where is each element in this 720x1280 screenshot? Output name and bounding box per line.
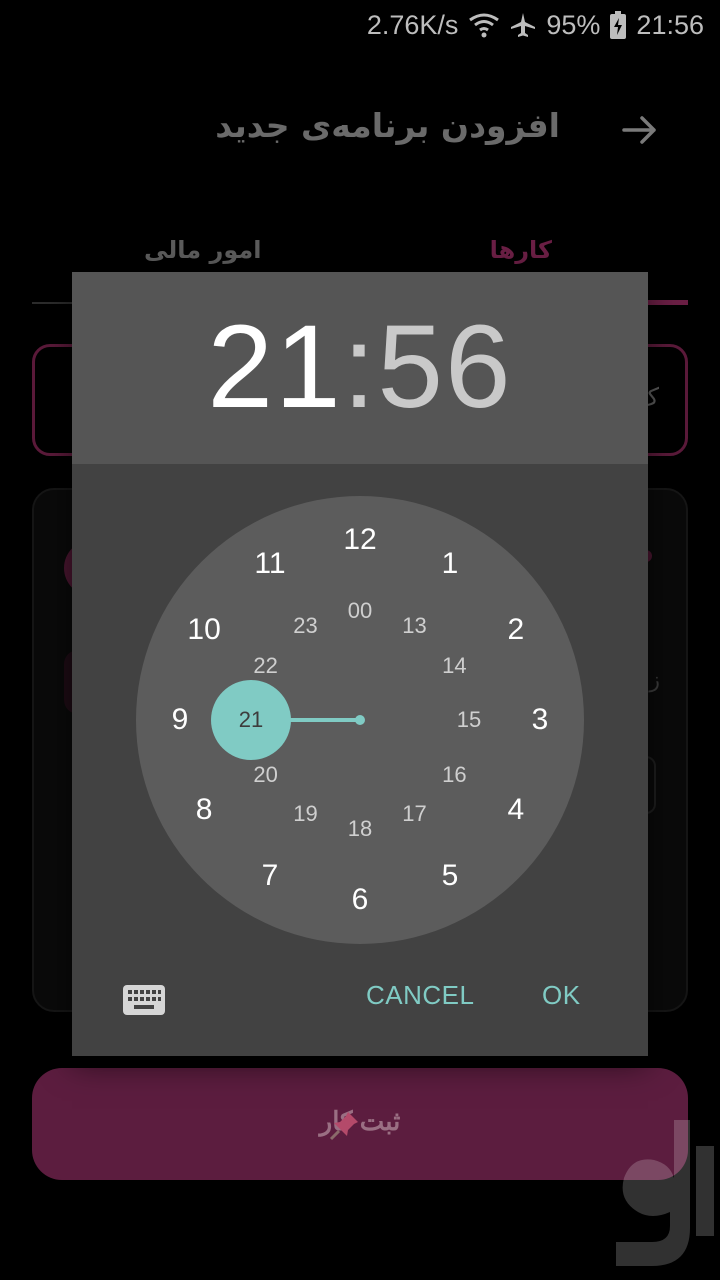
app-header: افزودن برنامه‌ی جدید (0, 90, 720, 170)
clock-face[interactable]: 12 1 2 3 4 5 6 7 8 9 10 11 00 13 14 15 16 17 18 19 20 21 22 23 (136, 496, 584, 944)
pushpin-icon (329, 1112, 358, 1141)
submit-task-button[interactable]: ثبت کار (32, 1068, 688, 1180)
time-picker-dialog: 21:56 12 1 2 3 4 5 6 7 8 9 10 11 00 13 14 15 16 17 18 19 20 2… (72, 272, 648, 1056)
tab-tasks[interactable]: کارها (490, 236, 552, 264)
inner-hour-17[interactable]: 17 (402, 803, 426, 825)
outer-hour-10[interactable]: 10 (187, 615, 220, 645)
page-title: افزودن برنامه‌ی جدید (215, 106, 560, 145)
outer-hour-7[interactable]: 7 (262, 860, 279, 891)
arrow-right-icon[interactable] (618, 108, 662, 152)
airplane-icon (510, 12, 536, 38)
hour-display[interactable]: 21 (207, 301, 342, 433)
outer-hour-12[interactable]: 12 (343, 525, 376, 555)
ok-button[interactable]: OK (542, 980, 581, 1011)
net-speed: 2.76K/s (366, 9, 459, 40)
status-bar: 2.76K/s 95% 21:56 (0, 0, 720, 50)
time-separator: : (342, 301, 378, 433)
outer-hour-3[interactable]: 3 (532, 705, 549, 735)
inner-hour-14[interactable]: 14 (442, 654, 466, 677)
clock-time: 21:56 (636, 9, 704, 40)
card-hint: ز (649, 668, 660, 693)
outer-hour-2[interactable]: 2 (508, 615, 525, 645)
battery-level: 95% (546, 9, 601, 40)
outer-hour-1[interactable]: 1 (442, 549, 459, 579)
inner-hour-15[interactable]: 15 (457, 709, 481, 731)
inner-hour-21[interactable]: 21 (239, 709, 263, 731)
minute-display[interactable]: 56 (377, 301, 512, 433)
battery-charging-icon (610, 11, 627, 39)
keyboard-icon[interactable] (122, 984, 166, 1016)
inner-hour-16[interactable]: 16 (442, 763, 466, 786)
watermark-logo (616, 1120, 714, 1266)
wifi-icon (468, 12, 500, 38)
outer-hour-8[interactable]: 8 (196, 795, 213, 825)
inner-hour-22[interactable]: 22 (253, 654, 277, 677)
inner-hour-18[interactable]: 18 (348, 818, 372, 840)
clock-center (355, 715, 365, 725)
inner-hour-20[interactable]: 20 (253, 763, 277, 786)
inner-hour-19[interactable]: 19 (293, 803, 317, 825)
outer-hour-9[interactable]: 9 (172, 705, 189, 735)
outer-hour-4[interactable]: 4 (508, 795, 525, 825)
tab-finance[interactable]: امور مالی (144, 236, 261, 264)
cancel-button[interactable]: CANCEL (366, 980, 474, 1011)
time-picker-header: 21:56 (72, 272, 648, 464)
outer-hour-11[interactable]: 11 (254, 549, 285, 579)
time-display: 21:56 (72, 302, 648, 432)
outer-hour-6[interactable]: 6 (352, 885, 369, 915)
inner-hour-23[interactable]: 23 (293, 614, 317, 637)
outer-hour-5[interactable]: 5 (442, 860, 459, 891)
inner-hour-13[interactable]: 13 (402, 614, 426, 637)
inner-hour-00[interactable]: 00 (348, 600, 372, 622)
